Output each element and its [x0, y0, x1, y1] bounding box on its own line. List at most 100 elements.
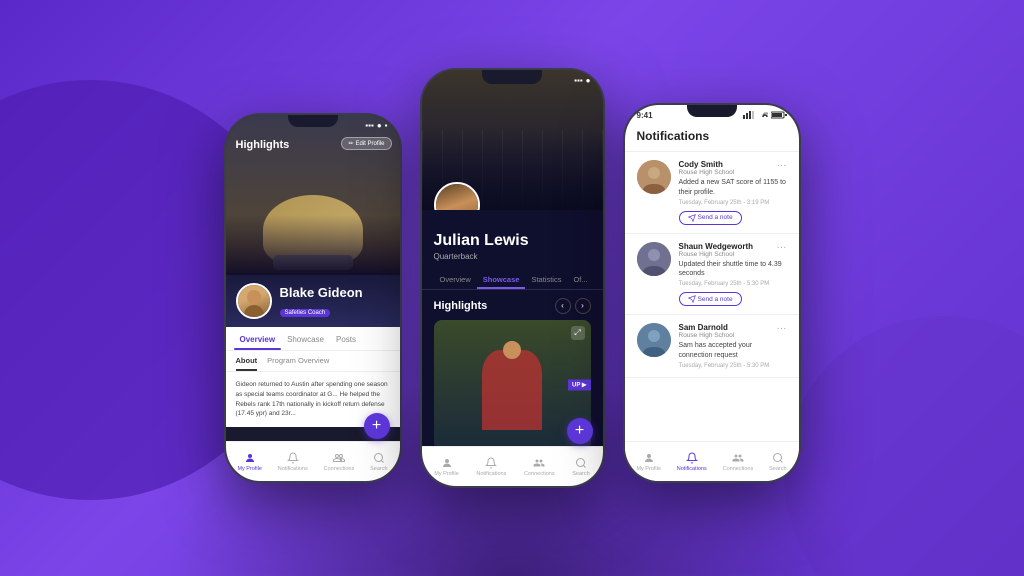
notif-body-1: Cody Smith Rouse High School Added a new… [679, 160, 787, 206]
phone-left: ▪▪▪ ● ▪ Highlights ✏ Edit Profile [224, 113, 402, 483]
notifications-icon-right [685, 451, 699, 465]
bottom-nav-center: My Profile Notifications Connections Sea… [422, 446, 603, 486]
nav-label-profile-center: My Profile [434, 471, 458, 477]
tab-other-center[interactable]: Of... [567, 269, 593, 289]
player-silhouette [482, 350, 542, 430]
nav-connections-right[interactable]: Connections [723, 451, 754, 472]
battery-icon-right [771, 111, 787, 119]
more-options-1[interactable]: ··· [777, 160, 787, 171]
nav-notifications-center[interactable]: Notifications [476, 456, 506, 477]
nav-label-notif-left: Notifications [278, 466, 308, 472]
avatar-cody-smith [637, 160, 671, 194]
tab-statistics-center[interactable]: Statistics [525, 269, 567, 289]
notification-item-3: ··· Sam Darnold Rouse High School Sam ha… [625, 315, 799, 378]
notif-time-2: Tuesday, February 25th - 5:30 PM [679, 281, 787, 287]
notif-text-2: Updated their shuttle time to 4.39 secon… [679, 260, 787, 280]
arrow-prev[interactable]: ‹ [555, 298, 571, 314]
nav-my-profile-left[interactable]: My Profile [237, 451, 261, 472]
notif-time-1: Tuesday, February 25th - 3:19 PM [679, 200, 787, 206]
notif-text-1: Added a new SAT score of 1155 to their p… [679, 178, 787, 198]
edit-profile-button[interactable]: ✏ Edit Profile [341, 137, 391, 150]
notif-top-1: Cody Smith Rouse High School Added a new… [637, 160, 787, 206]
notifications-title: Notifications [637, 129, 787, 143]
avatar-cody-image [637, 160, 671, 194]
my-profile-icon [243, 451, 257, 465]
connections-icon-left [332, 451, 346, 465]
nav-notifications-right[interactable]: Notifications [677, 451, 707, 472]
nav-connections-center[interactable]: Connections [524, 456, 555, 477]
sub-tab-program[interactable]: Program Overview [267, 356, 329, 371]
phone-left-notch [288, 115, 338, 127]
nav-my-profile-right[interactable]: My Profile [636, 451, 660, 472]
signal-icon-right [743, 111, 755, 119]
nav-label-notif-right: Notifications [677, 466, 707, 472]
status-icons-left: ▪▪▪ ● ▪ [365, 121, 387, 130]
send-icon-1 [688, 214, 696, 222]
highlights-title-center: Highlights [434, 300, 488, 312]
left-profile-header: Blake Gideon Safeties Coach [226, 275, 400, 327]
tab-posts-left[interactable]: Posts [330, 327, 362, 350]
bottom-nav-left: My Profile Notifications Connections Sea… [226, 441, 400, 481]
avatar-image-left [238, 285, 270, 317]
left-sub-tabs: About Program Overview [226, 351, 400, 372]
send-note-button-1[interactable]: Send a note [679, 211, 742, 225]
fab-button-center[interactable]: + [567, 418, 593, 444]
center-tabs: Overview Showcase Statistics Of... [422, 269, 603, 290]
more-options-3[interactable]: ··· [777, 323, 787, 334]
notif-name-2: Shaun Wedgeworth [679, 242, 787, 251]
avatar-body [244, 305, 264, 317]
battery-icon: ▪ [385, 121, 388, 130]
nav-notifications-left[interactable]: Notifications [278, 451, 308, 472]
status-icons-center: ▪▪▪ ● [574, 76, 590, 85]
expand-icon[interactable]: ⤢ [571, 326, 585, 340]
phone-right: 9:41 [623, 103, 801, 483]
nav-label-search-center: Search [572, 471, 589, 477]
nav-label-conn-left: Connections [324, 466, 355, 472]
my-profile-icon-c [440, 456, 454, 470]
tab-overview-center[interactable]: Overview [434, 269, 477, 289]
notification-item-2: ··· Shaun Wedgeworth Rouse High School U… [625, 234, 799, 316]
fab-button-left[interactable]: + [364, 413, 390, 439]
center-hero: ▪▪▪ ● [422, 70, 603, 210]
avatar-sam-image [637, 323, 671, 357]
notifications-icon-center [484, 456, 498, 470]
arrow-next[interactable]: › [575, 298, 591, 314]
avatar-head [247, 290, 261, 304]
nav-label-conn-right: Connections [723, 466, 754, 472]
notif-name-1: Cody Smith [679, 160, 787, 169]
nav-label-my-profile-left: My Profile [237, 466, 261, 472]
center-player-name: Julian Lewis [434, 232, 591, 250]
left-tabs-bar: Overview Showcase Posts [226, 327, 400, 351]
nav-search-left[interactable]: Search [370, 451, 387, 472]
center-avatar [434, 182, 480, 210]
right-phone-content: 9:41 [625, 105, 799, 481]
notif-body-2: Shaun Wedgeworth Rouse High School Updat… [679, 242, 787, 288]
send-note-button-2[interactable]: Send a note [679, 292, 742, 306]
notification-item-1: ··· Cody Smith Rouse High School Added a… [625, 152, 799, 234]
edit-icon: ✏ [348, 140, 353, 147]
notif-text-3: Sam has accepted your connection request [679, 341, 787, 361]
tab-showcase-center[interactable]: Showcase [477, 269, 526, 289]
notifications-icon-left [286, 451, 300, 465]
right-header: Notifications [625, 125, 799, 152]
left-avatar [236, 283, 272, 319]
nav-search-center[interactable]: Search [572, 456, 589, 477]
left-name-area: Blake Gideon Safeties Coach [280, 285, 390, 319]
notif-top-3: Sam Darnold Rouse High School Sam has ac… [637, 323, 787, 369]
tab-overview-left[interactable]: Overview [234, 327, 282, 350]
bottom-nav-right: My Profile Notifications Connections Sea… [625, 441, 799, 481]
nav-label-conn-center: Connections [524, 471, 555, 477]
sub-tab-about[interactable]: About [236, 356, 258, 371]
nav-connections-left[interactable]: Connections [324, 451, 355, 472]
hero-overlay [226, 215, 400, 275]
highlights-label-left: Highlights [236, 139, 290, 151]
my-profile-icon-r [642, 451, 656, 465]
signal-icon-c: ▪▪▪ [574, 76, 583, 85]
nav-my-profile-center[interactable]: My Profile [434, 456, 458, 477]
notif-time-3: Tuesday, February 25th - 5:30 PM [679, 363, 787, 369]
more-options-2[interactable]: ··· [777, 242, 787, 253]
nav-label-profile-right: My Profile [636, 466, 660, 472]
tab-showcase-left[interactable]: Showcase [281, 327, 330, 350]
nav-search-right[interactable]: Search [769, 451, 786, 472]
highlights-header-center: Highlights ‹ › [434, 298, 591, 314]
